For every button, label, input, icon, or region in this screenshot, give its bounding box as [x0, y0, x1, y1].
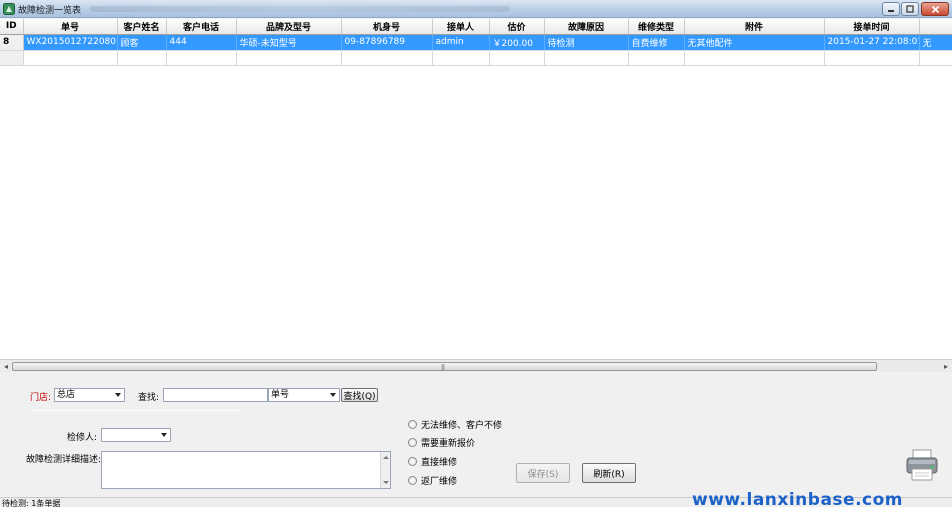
cell-estimate[interactable]: ￥200.00 [489, 34, 545, 51]
search-field-select[interactable]: 单号 [268, 388, 340, 402]
cell-repair-type[interactable]: 自费维修 [628, 34, 685, 51]
option-label: 需要重新报价 [421, 438, 476, 449]
minimize-icon [888, 10, 894, 12]
maximize-icon [906, 5, 914, 13]
cell-id[interactable]: 8 [0, 34, 24, 51]
cell-accessories[interactable]: 无其他配件 [684, 34, 825, 51]
new-row-cell[interactable] [544, 50, 629, 66]
radio-button[interactable] [408, 419, 417, 429]
column-header-brand-model[interactable]: 品牌及型号 [236, 19, 342, 35]
new-row-cell[interactable] [166, 50, 237, 66]
inspector-select[interactable] [101, 428, 171, 442]
title-bar-blur [90, 6, 510, 12]
scroll-right-button[interactable]: ▸ [940, 360, 952, 372]
close-button[interactable] [921, 2, 949, 16]
status-text: 待检测: 1条单据 [2, 499, 61, 507]
new-row-cell[interactable] [489, 50, 545, 66]
save-button[interactable]: 保存(S) [516, 463, 570, 483]
option-label: 直接维修 [421, 457, 458, 468]
column-header-receiver[interactable]: 接单人 [432, 19, 490, 35]
cell-customer-name[interactable]: 顾客 [117, 34, 167, 51]
title-bar: 故障检测一览表 [0, 0, 952, 18]
detail-label: 故障检测详细描述: [26, 455, 102, 465]
option-requote[interactable]: 需要重新报价 [408, 436, 476, 449]
option-label: 无法维修、客户不修 [421, 420, 503, 431]
column-header-accessories[interactable]: 附件 [684, 19, 825, 35]
column-header-serial-no[interactable]: 机身号 [341, 19, 433, 35]
store-select[interactable]: 总店 [54, 388, 125, 402]
radio-button[interactable] [408, 437, 417, 447]
cell-receiver[interactable]: admin [432, 34, 490, 51]
arrow-right-icon: ▸ [943, 361, 948, 371]
option-return-factory[interactable]: 返厂维修 [408, 474, 458, 487]
new-row-cell[interactable] [628, 50, 685, 66]
radio-button[interactable] [408, 456, 417, 466]
chevron-down-icon [115, 393, 121, 397]
scroll-thumb[interactable]: ||| [12, 362, 877, 371]
inspector-label: 检修人: [67, 433, 98, 443]
column-header-order-no[interactable]: 单号 [23, 19, 118, 35]
new-row[interactable] [0, 50, 952, 66]
option-cannot-repair[interactable]: 无法维修、客户不修 [408, 418, 503, 431]
cell-serial-no[interactable]: 09-87896789 [341, 34, 433, 51]
new-row-cell[interactable] [117, 50, 167, 66]
store-label: 门店: [30, 393, 52, 403]
table-row[interactable]: 8 WX20150127220801 顾客 444 华硕-未知型号 09-878… [0, 34, 952, 51]
store-select-value: 总店 [57, 390, 76, 400]
app-icon [3, 3, 15, 15]
new-row-cell[interactable] [432, 50, 490, 66]
search-input[interactable] [163, 388, 268, 402]
maximize-button[interactable] [901, 2, 919, 16]
textarea-scrollbar[interactable] [380, 452, 390, 488]
horizontal-scrollbar[interactable]: ◂ ||| ▸ [0, 359, 952, 372]
grip-icon: ||| [441, 364, 445, 371]
fault-detail-textarea[interactable] [101, 451, 391, 489]
option-label: 返厂维修 [421, 476, 458, 487]
arrow-down-icon [383, 481, 389, 484]
printer-icon[interactable] [904, 447, 940, 483]
cell-order-time[interactable]: 2015-01-27 22:08:01 [824, 34, 920, 51]
new-row-cell[interactable] [236, 50, 342, 66]
arrow-left-icon: ◂ [3, 361, 8, 371]
new-row-cell[interactable] [919, 50, 952, 66]
arrow-up-icon [383, 456, 389, 459]
close-icon [931, 5, 939, 13]
column-header-id[interactable]: ID [0, 19, 24, 35]
new-row-cell[interactable] [824, 50, 920, 66]
minimize-button[interactable] [882, 2, 900, 16]
column-header-repair-type[interactable]: 维修类型 [628, 19, 685, 35]
new-row-cell[interactable] [23, 50, 118, 66]
option-direct-repair[interactable]: 直接维修 [408, 455, 458, 468]
search-field-value: 单号 [271, 390, 290, 400]
column-header-fault-reason[interactable]: 故障原因 [544, 19, 629, 35]
scroll-left-button[interactable]: ◂ [0, 360, 12, 372]
divider [30, 410, 242, 411]
window-title: 故障检测一览表 [18, 6, 82, 16]
radio-button[interactable] [408, 475, 417, 485]
cell-customer-phone[interactable]: 444 [166, 34, 237, 51]
watermark: www.lanxinbase.com [692, 490, 903, 507]
cell-extra[interactable]: 无 [919, 34, 952, 51]
new-row-cell[interactable] [341, 50, 433, 66]
column-header-customer-phone[interactable]: 客户电话 [166, 19, 237, 35]
chevron-down-icon [161, 433, 167, 437]
column-header-estimate[interactable]: 估价 [489, 19, 545, 35]
column-header-order-time[interactable]: 接单时间 [824, 19, 920, 35]
grid-table: ID 单号 客户姓名 客户电话 品牌及型号 机身号 接单人 估价 故障原因 维修… [0, 19, 952, 66]
cell-brand-model[interactable]: 华硕-未知型号 [236, 34, 342, 51]
search-button[interactable]: 查找(Q) [341, 388, 378, 402]
refresh-button[interactable]: 刷新(R) [582, 463, 636, 483]
chevron-down-icon [330, 393, 336, 397]
cell-fault-reason[interactable]: 待检测 [544, 34, 629, 51]
column-header-customer-name[interactable]: 客户姓名 [117, 19, 167, 35]
new-row-cell[interactable] [0, 50, 24, 66]
grid-header-row: ID 单号 客户姓名 客户电话 品牌及型号 机身号 接单人 估价 故障原因 维修… [0, 19, 952, 35]
cell-order-no[interactable]: WX20150127220801 [23, 34, 118, 51]
new-row-cell[interactable] [684, 50, 825, 66]
column-header-extra[interactable] [919, 19, 952, 35]
detection-grid[interactable]: ID 单号 客户姓名 客户电话 品牌及型号 机身号 接单人 估价 故障原因 维修… [0, 19, 952, 359]
search-label: 查找: [138, 393, 160, 403]
